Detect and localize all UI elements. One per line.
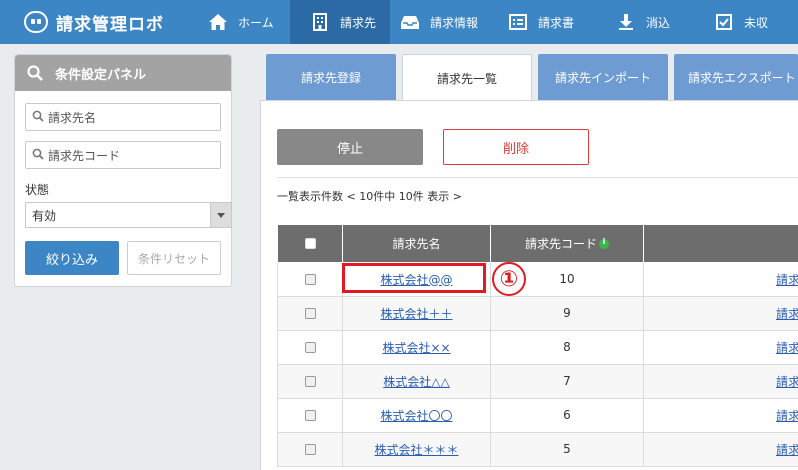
row-checkbox[interactable] (304, 410, 316, 421)
nav-billing-info[interactable]: 請求情報 (400, 0, 498, 44)
nav-reconcile-label: 消込 (646, 15, 671, 30)
row-checkbox[interactable] (304, 308, 316, 319)
tab-client-import[interactable]: 請求先インポート (538, 54, 668, 100)
row-checkbox[interactable] (304, 376, 316, 387)
client-code: 6 (490, 398, 644, 433)
header-client-code[interactable]: 請求先コード (490, 225, 644, 263)
row-checkbox[interactable] (304, 274, 316, 285)
table-row: 株式会社@@ 10 請求 (277, 262, 798, 297)
step-number-marker: ① (492, 262, 526, 296)
status-select-value: 有効 (32, 208, 57, 223)
row-checkbox[interactable] (304, 444, 316, 455)
nav-receivables-label: 未収 (744, 15, 769, 30)
client-name-link[interactable]: 株式会社×× (382, 341, 450, 355)
client-code-placeholder: 請求先コード (48, 148, 121, 163)
nav-clients-label: 請求先 (340, 15, 377, 30)
nav-home[interactable]: ホーム (196, 0, 280, 44)
table-row: 株式会社＋＋ 9 請求 (277, 296, 798, 331)
nav-billing-info-label: 請求情報 (430, 15, 479, 30)
app-logo[interactable]: 請求管理ロボ (24, 0, 164, 44)
client-name-link[interactable]: 株式会社△△ (383, 375, 449, 389)
search-icon (27, 65, 43, 81)
tab-client-register[interactable]: 請求先登録 (266, 54, 396, 100)
info-icon[interactable] (599, 237, 609, 250)
client-code: 7 (490, 364, 644, 399)
client-name-placeholder: 請求先名 (48, 110, 97, 125)
table-row: 株式会社＊＊＊ 5 請求 (277, 432, 798, 467)
stop-button[interactable]: 停止 (277, 129, 423, 165)
filter-button[interactable]: 絞り込み (25, 241, 119, 275)
display-count-summary: 一覧表示件数 < 10件中 10件 表示 > (277, 190, 462, 203)
status-label: 状態 (25, 183, 50, 197)
checkbox-icon (714, 12, 734, 32)
client-code: 9 (490, 296, 644, 331)
nav-receivables[interactable]: 未収 (714, 0, 794, 44)
table-row: 株式会社△△ 7 請求 (277, 364, 798, 399)
table-row: 株式会社〇〇 6 請求 (277, 398, 798, 433)
client-name-link[interactable]: 株式会社＊＊＊ (374, 443, 458, 457)
delete-button[interactable]: 削除 (443, 129, 589, 165)
building-icon (310, 12, 330, 32)
select-all-checkbox[interactable] (304, 238, 316, 250)
client-name-link[interactable]: 株式会社@@ (380, 273, 452, 287)
header-client-name[interactable]: 請求先名 (342, 225, 491, 263)
billing-link[interactable]: 請求 (776, 341, 798, 355)
row-checkbox[interactable] (304, 342, 316, 353)
top-navigation: 請求管理ロボ ホーム 請求先 請求情報 請求書 消込 未収 (0, 0, 798, 44)
reset-button[interactable]: 条件リセット (127, 241, 221, 275)
search-icon (32, 110, 44, 125)
billing-link[interactable]: 請求 (776, 273, 798, 287)
billing-link[interactable]: 請求 (776, 443, 798, 457)
client-name-link[interactable]: 株式会社＋＋ (380, 307, 452, 321)
chevron-down-icon[interactable] (210, 202, 232, 228)
nav-home-label: ホーム (238, 15, 274, 30)
tab-client-list[interactable]: 請求先一覧 (402, 54, 532, 101)
nav-invoices[interactable]: 請求書 (508, 0, 596, 44)
nav-reconcile[interactable]: 消込 (616, 0, 690, 44)
client-code: 8 (490, 330, 644, 365)
table-row: 株式会社×× 8 請求 (277, 330, 798, 365)
status-select[interactable]: 有効 (25, 202, 232, 228)
header-blank (643, 225, 798, 263)
select-all-header (277, 225, 343, 263)
billing-link[interactable]: 請求 (776, 375, 798, 389)
client-table: 請求先名 請求先コード 株式会社@@ 10 請求 株式会社＋＋ 9 請求 株式会… (277, 225, 798, 467)
invoice-icon (508, 12, 528, 32)
divider (277, 177, 798, 178)
client-list-panel: 停止 削除 一覧表示件数 < 10件中 10件 表示 > 請求先名 請求先コード… (260, 100, 798, 470)
client-name-input[interactable]: 請求先名 (25, 103, 221, 131)
billing-link[interactable]: 請求 (776, 307, 798, 321)
client-code-input[interactable]: 請求先コード (25, 141, 221, 169)
client-code: 5 (490, 432, 644, 467)
tab-client-export[interactable]: 請求先エクスポート (674, 54, 798, 100)
nav-invoices-label: 請求書 (538, 15, 575, 30)
home-icon (208, 12, 228, 32)
robot-logo-icon (24, 11, 48, 33)
download-icon (616, 12, 636, 32)
billing-link[interactable]: 請求 (776, 409, 798, 423)
search-icon (32, 148, 44, 163)
app-name: 請求管理ロボ (56, 14, 164, 35)
table-header-row: 請求先名 請求先コード (277, 225, 798, 263)
filter-panel-title: 条件設定パネル (55, 67, 147, 83)
client-name-link[interactable]: 株式会社〇〇 (380, 409, 452, 423)
inbox-icon (400, 12, 420, 32)
header-client-code-label: 請求先コード (524, 236, 597, 251)
filter-panel: 条件設定パネル 請求先名 請求先コード 状態 有効 絞り込み 条件リセット (14, 54, 232, 287)
nav-clients[interactable]: 請求先 (290, 0, 390, 44)
filter-panel-header: 条件設定パネル (15, 55, 231, 91)
